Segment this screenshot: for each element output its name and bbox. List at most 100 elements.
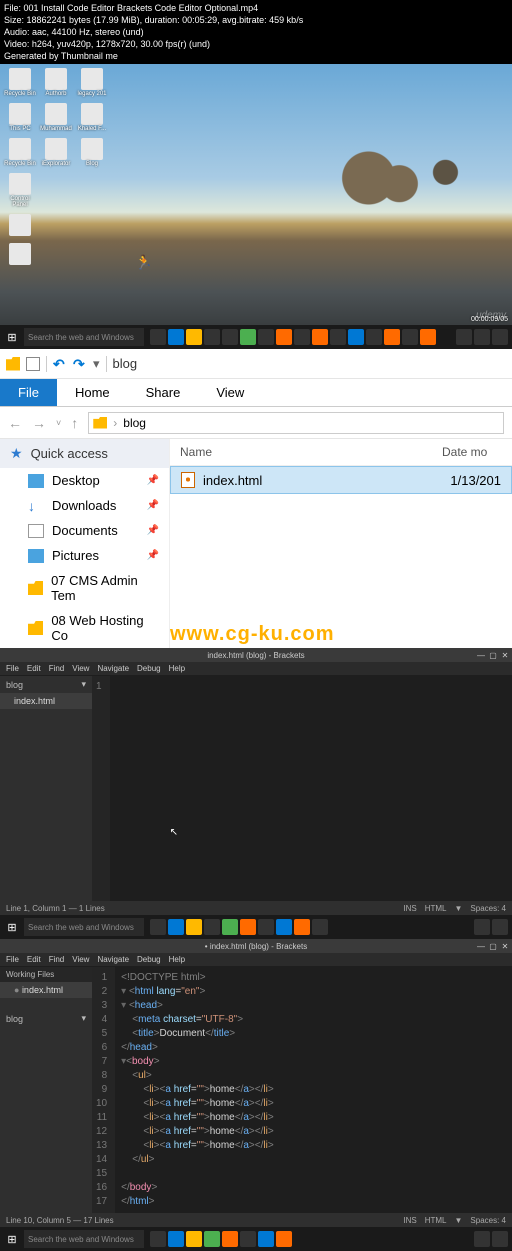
start-button[interactable]: ⊞ (0, 915, 24, 939)
taskbar-icon[interactable] (240, 919, 256, 935)
path-segment[interactable]: blog (123, 416, 146, 430)
taskbar-icon[interactable] (168, 1231, 184, 1247)
taskbar-icon[interactable] (240, 1231, 256, 1247)
undo-icon[interactable]: ↶ (53, 357, 67, 371)
taskbar-search[interactable]: Search the web and Windows (24, 918, 144, 936)
taskbar-icon[interactable] (222, 919, 238, 935)
taskbar-icon[interactable] (168, 919, 184, 935)
menu-item[interactable]: View (72, 664, 89, 673)
desktop-icon[interactable]: Blog (76, 138, 108, 167)
code-editor[interactable]: 1234567891011121314151617 <!DOCTYPE html… (92, 967, 512, 1213)
up-button[interactable]: ↑ (71, 415, 78, 431)
system-tray[interactable] (456, 329, 512, 345)
system-tray[interactable] (474, 1231, 512, 1247)
code-line[interactable]: <li><a href="">home</a></li> (121, 1083, 506, 1097)
brackets-titlebar[interactable]: index.html (blog) - Brackets —▢✕ (0, 648, 512, 662)
project-dropdown[interactable]: blog▾ (0, 1010, 92, 1027)
quick-access-header[interactable]: ★ Quick access (0, 439, 169, 468)
taskbar-icon[interactable] (222, 1231, 238, 1247)
taskbar-icon[interactable] (330, 329, 346, 345)
explorer-titlebar[interactable]: ↶ ↷ ▾ blog (0, 349, 512, 379)
desktop-icon[interactable]: Recycle Bin (4, 68, 36, 97)
menu-item[interactable]: Navigate (97, 664, 129, 673)
taskbar-icon[interactable] (258, 919, 274, 935)
chevron-down-icon[interactable]: ˅ (56, 418, 61, 428)
taskbar-icon[interactable] (276, 329, 292, 345)
tray-icon[interactable] (492, 329, 508, 345)
taskbar-icon[interactable] (402, 329, 418, 345)
tab-home[interactable]: Home (57, 379, 128, 406)
taskbar-icon[interactable] (150, 919, 166, 935)
brackets-titlebar[interactable]: • index.html (blog) - Brackets —▢✕ (0, 939, 512, 953)
status-position[interactable]: Line 1, Column 1 — 1 Lines (6, 904, 105, 913)
status-item[interactable]: Spaces: 4 (470, 904, 506, 913)
taskbar-icon[interactable] (204, 1231, 220, 1247)
code-line[interactable]: </head> (121, 1041, 506, 1055)
document-icon[interactable] (26, 357, 40, 371)
sidebar-item[interactable]: 08 Web Hosting Co (0, 608, 169, 648)
file-row[interactable]: index.html 1/13/201 (170, 466, 512, 494)
code-line[interactable]: <ul> (121, 1069, 506, 1083)
code-area[interactable]: <!DOCTYPE html>▾ <html lang="en">▾ <head… (115, 967, 512, 1213)
close-icon[interactable]: ✕ (500, 651, 510, 660)
menu-item[interactable]: Edit (27, 664, 41, 673)
code-line[interactable]: </body> (121, 1181, 506, 1195)
brackets-menu[interactable]: FileEditFindViewNavigateDebugHelp (0, 662, 512, 676)
chevron-down-icon[interactable]: ▾ (93, 356, 100, 372)
windows-taskbar[interactable]: ⊞ Search the web and Windows (0, 325, 512, 349)
desktop-icon[interactable]: Authorb (40, 68, 72, 97)
redo-icon[interactable]: ↷ (73, 357, 87, 371)
taskbar-icon[interactable] (312, 919, 328, 935)
taskbar-icon[interactable] (294, 919, 310, 935)
column-headers[interactable]: Name Date mo (170, 439, 512, 466)
forward-button[interactable]: → (32, 415, 46, 431)
menu-item[interactable]: File (6, 664, 19, 673)
taskbar-icon[interactable] (384, 329, 400, 345)
tab-share[interactable]: Share (128, 379, 199, 406)
code-line[interactable] (121, 1167, 506, 1181)
col-date[interactable]: Date mo (442, 445, 502, 459)
sidebar-item[interactable]: Desktop📌 (0, 468, 169, 493)
code-line[interactable]: ▾ <html lang="en"> (121, 985, 506, 999)
status-item[interactable]: HTML (425, 904, 447, 913)
menu-item[interactable]: Navigate (97, 955, 129, 964)
desktop-icon[interactable]: Control Panel (4, 173, 36, 208)
status-item[interactable]: ▼ (455, 1216, 463, 1225)
code-line[interactable]: <li><a href="">home</a></li> (121, 1139, 506, 1153)
folder-icon[interactable] (6, 357, 20, 371)
menu-item[interactable]: Debug (137, 955, 161, 964)
taskbar-icon[interactable] (168, 329, 184, 345)
sidebar-file[interactable]: index.html (0, 693, 92, 709)
back-button[interactable]: ← (8, 415, 22, 431)
project-dropdown[interactable]: blog▾ (0, 676, 92, 693)
desktop-icon[interactable] (4, 243, 36, 266)
taskbar-icon[interactable] (150, 1231, 166, 1247)
minimize-icon[interactable]: — (476, 651, 486, 660)
start-button[interactable]: ⊞ (0, 1227, 24, 1251)
desktop-icon[interactable] (4, 214, 36, 237)
menu-item[interactable]: Find (49, 664, 65, 673)
taskbar-icon[interactable] (366, 329, 382, 345)
sidebar-item[interactable]: Documents📌 (0, 518, 169, 543)
taskbar-icon[interactable] (204, 919, 220, 935)
tab-file[interactable]: File (0, 379, 57, 406)
status-item[interactable]: HTML (425, 1216, 447, 1225)
address-bar[interactable]: › blog (88, 412, 504, 434)
taskbar-icon[interactable] (204, 329, 220, 345)
menu-item[interactable]: Edit (27, 955, 41, 964)
taskbar-icon[interactable] (294, 329, 310, 345)
taskbar-icon[interactable] (240, 329, 256, 345)
sidebar-item[interactable]: ↓Downloads📌 (0, 493, 169, 518)
taskbar-icon[interactable] (222, 329, 238, 345)
code-line[interactable]: <title>Document</title> (121, 1027, 506, 1041)
menu-item[interactable]: Help (169, 664, 185, 673)
tray-icon[interactable] (456, 329, 472, 345)
working-files-header[interactable]: Working Files (0, 967, 92, 982)
taskbar-icon[interactable] (150, 329, 166, 345)
code-line[interactable]: </ul> (121, 1153, 506, 1167)
sidebar-item[interactable]: 07 CMS Admin Tem (0, 568, 169, 608)
taskbar-icon[interactable] (420, 329, 436, 345)
sidebar-item[interactable]: Pictures📌 (0, 543, 169, 568)
code-line[interactable]: </html> (121, 1195, 506, 1209)
brackets-menu[interactable]: FileEditFindViewNavigateDebugHelp (0, 953, 512, 967)
